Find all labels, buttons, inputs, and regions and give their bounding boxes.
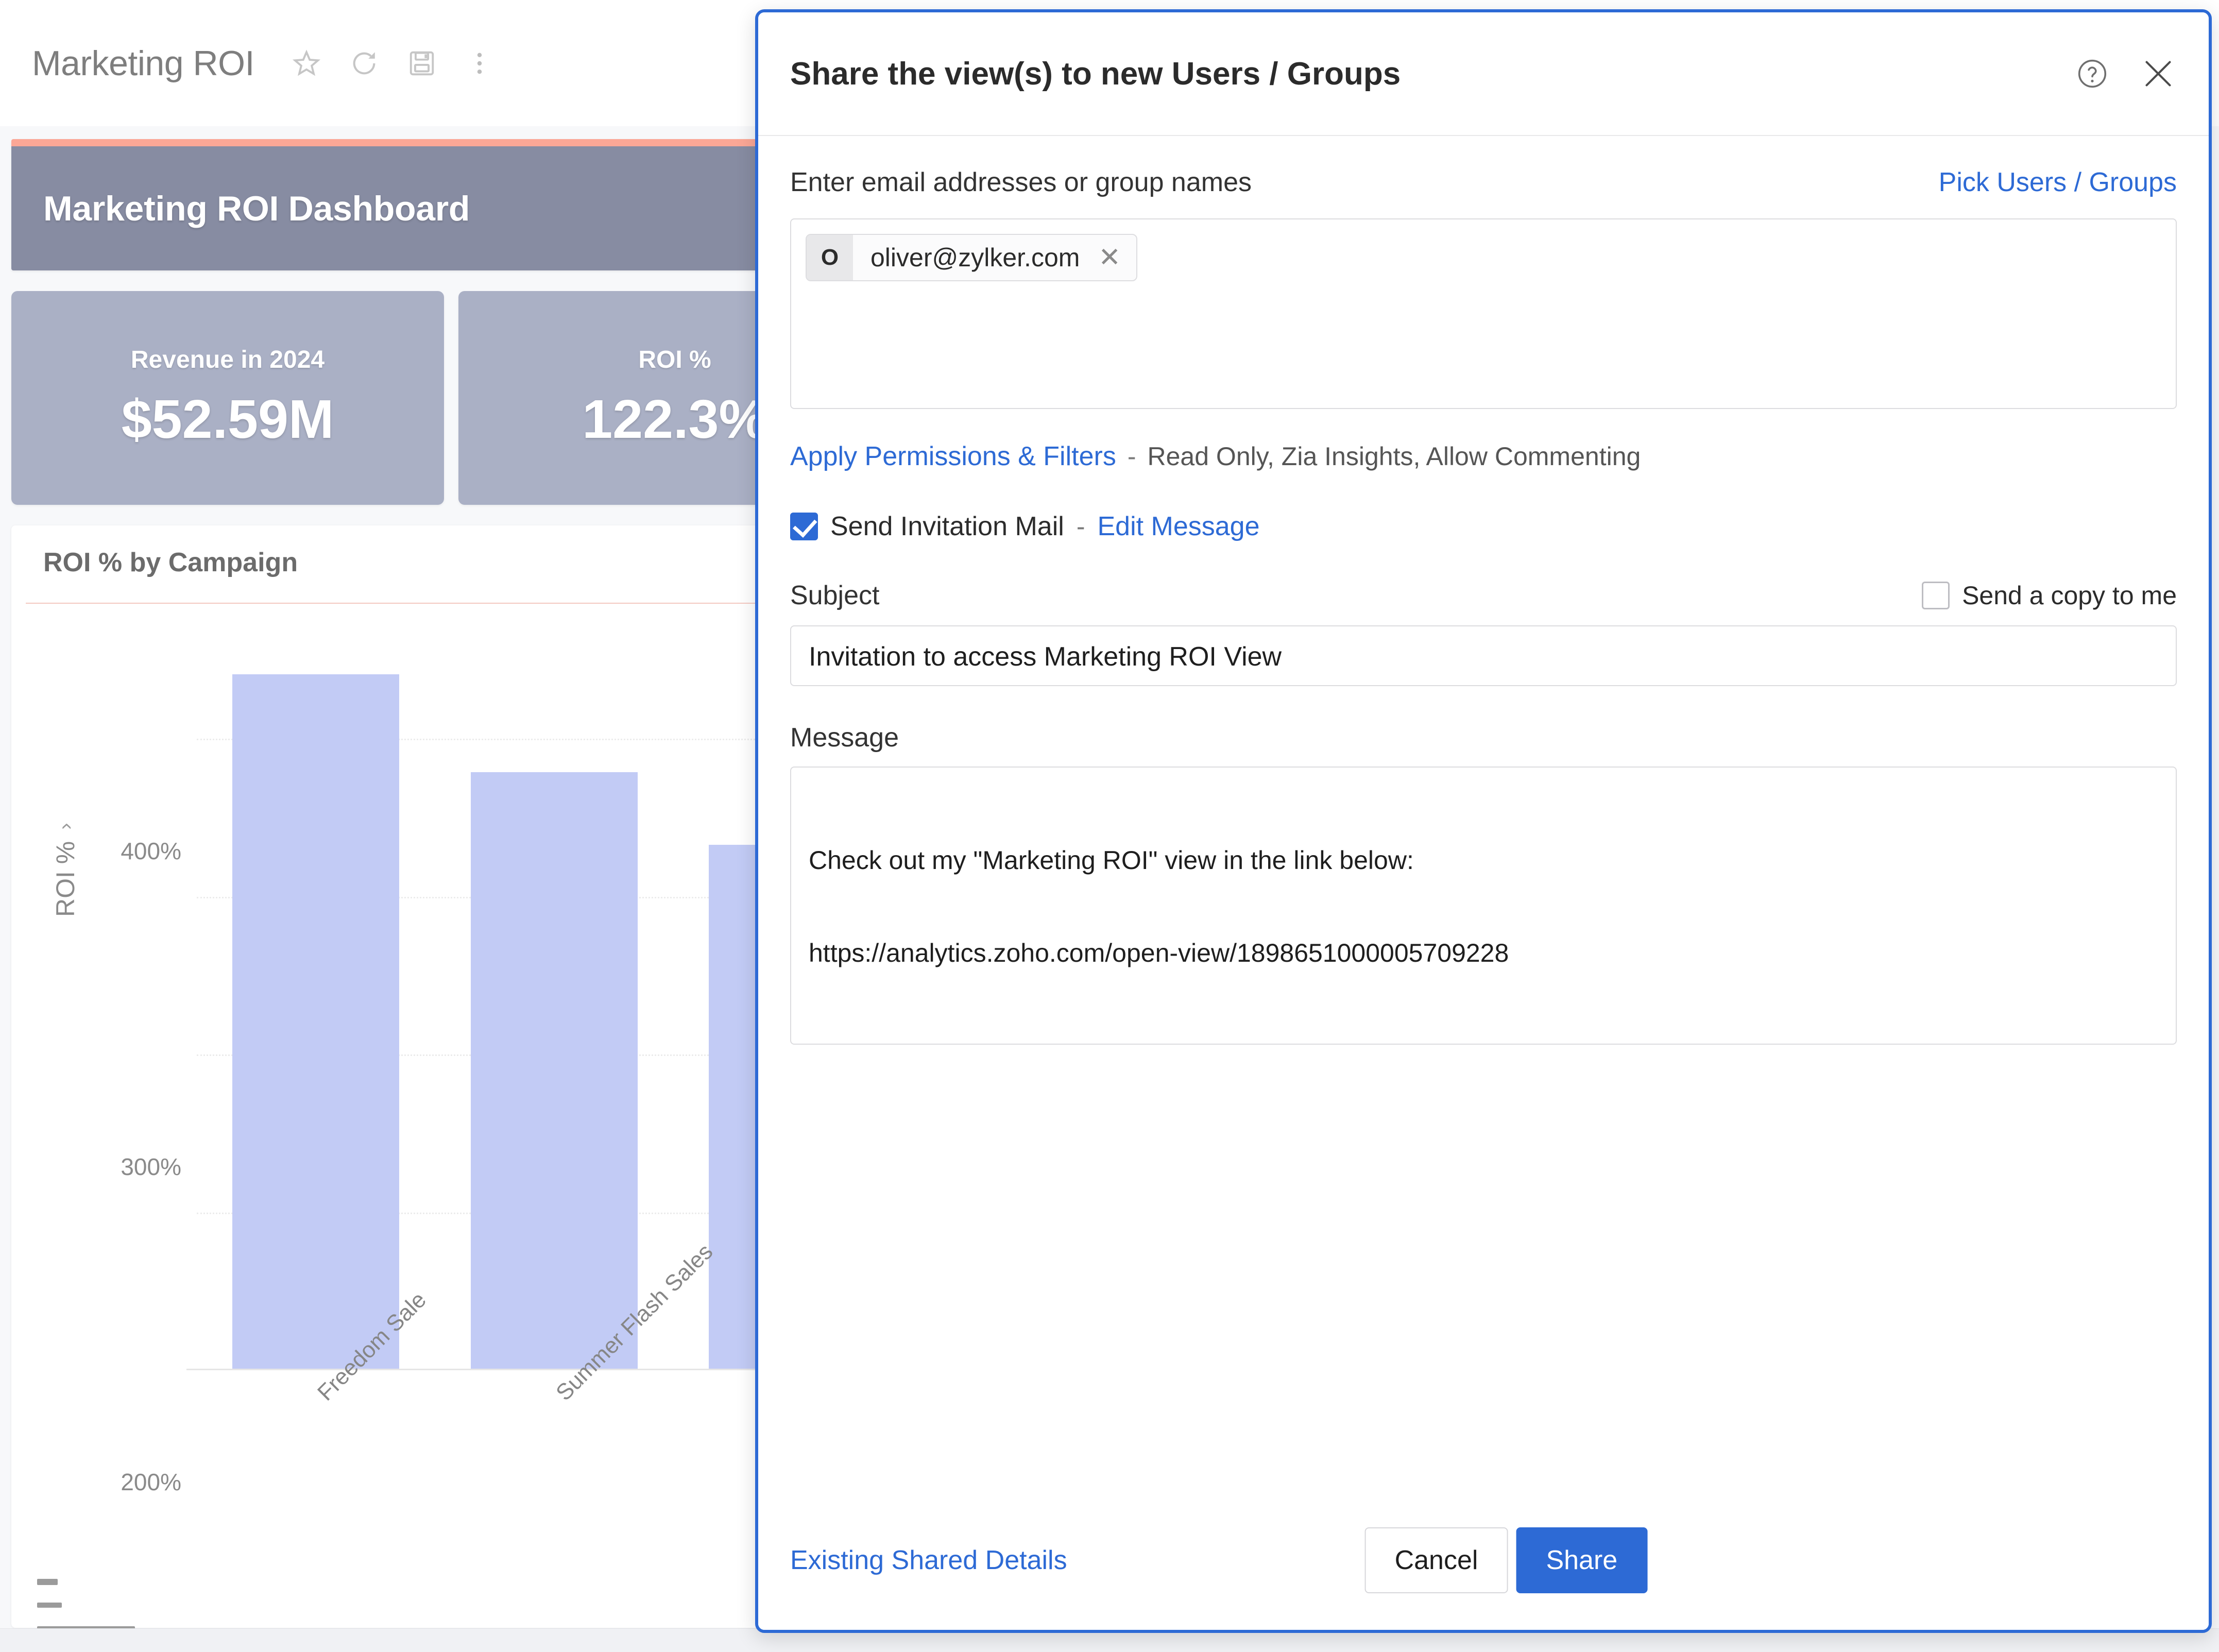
invitation-separator: - [1076, 512, 1085, 541]
y-axis-title-text: ROI % [51, 841, 80, 917]
kpi-value: $52.59M [121, 388, 334, 450]
screen: Marketing ROI Marketing ROI Dashboard Re… [0, 0, 2219, 1652]
share-button[interactable]: Share [1516, 1527, 1648, 1593]
send-invitation-checkbox[interactable] [790, 513, 818, 540]
recipients-header: Enter email addresses or group names Pic… [790, 167, 2177, 198]
permissions-row: Apply Permissions & Filters - Read Only,… [790, 441, 2177, 472]
apply-permissions-filters-link[interactable]: Apply Permissions & Filters [790, 441, 1116, 472]
subject-label: Subject [790, 581, 880, 610]
cancel-button[interactable]: Cancel [1364, 1527, 1508, 1593]
chevron-right-icon[interactable]: › [54, 823, 77, 829]
send-invitation-row: Send Invitation Mail - Edit Message [790, 511, 2177, 542]
bar[interactable] [232, 674, 400, 1370]
permissions-separator: - [1127, 442, 1136, 471]
recipient-chip-body: oliver@zylker.com ✕ [853, 235, 1136, 280]
pick-users-groups-link[interactable]: Pick Users / Groups [1939, 167, 2177, 198]
footer-buttons: Cancel Share [1364, 1527, 1648, 1593]
send-copy-wrap: Send a copy to me [1922, 581, 2177, 610]
help-circle-icon[interactable] [2074, 55, 2111, 92]
bar[interactable] [470, 772, 638, 1370]
view-title: Marketing ROI [32, 43, 254, 83]
toolbar-icon-group [291, 47, 496, 79]
subject-header: Subject Send a copy to me [790, 580, 2177, 611]
kpi-card-revenue[interactable]: Revenue in 2024 $52.59M [11, 291, 444, 505]
chart-title: ROI % by Campaign [43, 548, 298, 577]
share-dialog: Share the view(s) to new Users / Groups [755, 9, 2212, 1633]
message-label: Message [790, 723, 899, 753]
message-line: Check out my "Marketing ROI" view in the… [809, 846, 1414, 875]
bar-slot [197, 628, 435, 1370]
close-icon[interactable] [2140, 55, 2177, 92]
x-label-slot: Freedom Sale [197, 1287, 435, 1597]
y-axis-tick-label: 300% [121, 1153, 181, 1180]
recipient-email: oliver@zylker.com [870, 243, 1080, 272]
y-axis-tick-label: 200% [121, 1469, 181, 1496]
recipient-chip[interactable]: O oliver@zylker.com ✕ [806, 234, 1137, 281]
bar-slot [435, 628, 674, 1370]
remove-recipient-icon[interactable]: ✕ [1098, 244, 1121, 271]
permissions-summary: Read Only, Zia Insights, Allow Commentin… [1147, 442, 1641, 471]
y-axis-tick-label: 400% [121, 837, 181, 864]
edit-message-link[interactable]: Edit Message [1097, 511, 1259, 542]
star-icon[interactable] [291, 47, 322, 79]
dashboard-title: Marketing ROI Dashboard [43, 189, 470, 228]
kpi-value: 122.3% [582, 388, 767, 450]
avatar: O [807, 235, 853, 280]
dialog-footer: Existing Shared Details Cancel Share [758, 1491, 2209, 1630]
message-textarea[interactable]: Check out my "Marketing ROI" view in the… [790, 767, 2177, 1045]
recipients-input[interactable]: O oliver@zylker.com ✕ [790, 218, 2177, 409]
y-axis-title: ROI % › [50, 823, 80, 917]
existing-shared-details-link[interactable]: Existing Shared Details [790, 1545, 1067, 1576]
message-line: https://analytics.zoho.com/open-view/189… [809, 939, 1509, 967]
kpi-label: Revenue in 2024 [130, 346, 325, 373]
more-options-icon[interactable] [464, 47, 496, 79]
dialog-header-actions [2074, 55, 2177, 92]
subject-input[interactable]: Invitation to access Marketing ROI View [790, 625, 2177, 686]
dialog-body: Enter email addresses or group names Pic… [758, 136, 2209, 1491]
dialog-title: Share the view(s) to new Users / Groups [790, 56, 1401, 92]
send-copy-label: Send a copy to me [1962, 581, 2177, 610]
recipients-label: Enter email addresses or group names [790, 167, 1252, 197]
resize-mark [37, 1603, 62, 1608]
refresh-icon[interactable] [348, 47, 380, 79]
dialog-header: Share the view(s) to new Users / Groups [758, 12, 2209, 136]
send-invitation-label: Send Invitation Mail [830, 512, 1064, 541]
kpi-label: ROI % [638, 346, 711, 373]
x-label-slot: Summer Flash Sales [435, 1239, 718, 1597]
send-copy-checkbox[interactable] [1922, 582, 1950, 609]
save-icon[interactable] [406, 47, 438, 79]
resize-mark [37, 1579, 58, 1585]
